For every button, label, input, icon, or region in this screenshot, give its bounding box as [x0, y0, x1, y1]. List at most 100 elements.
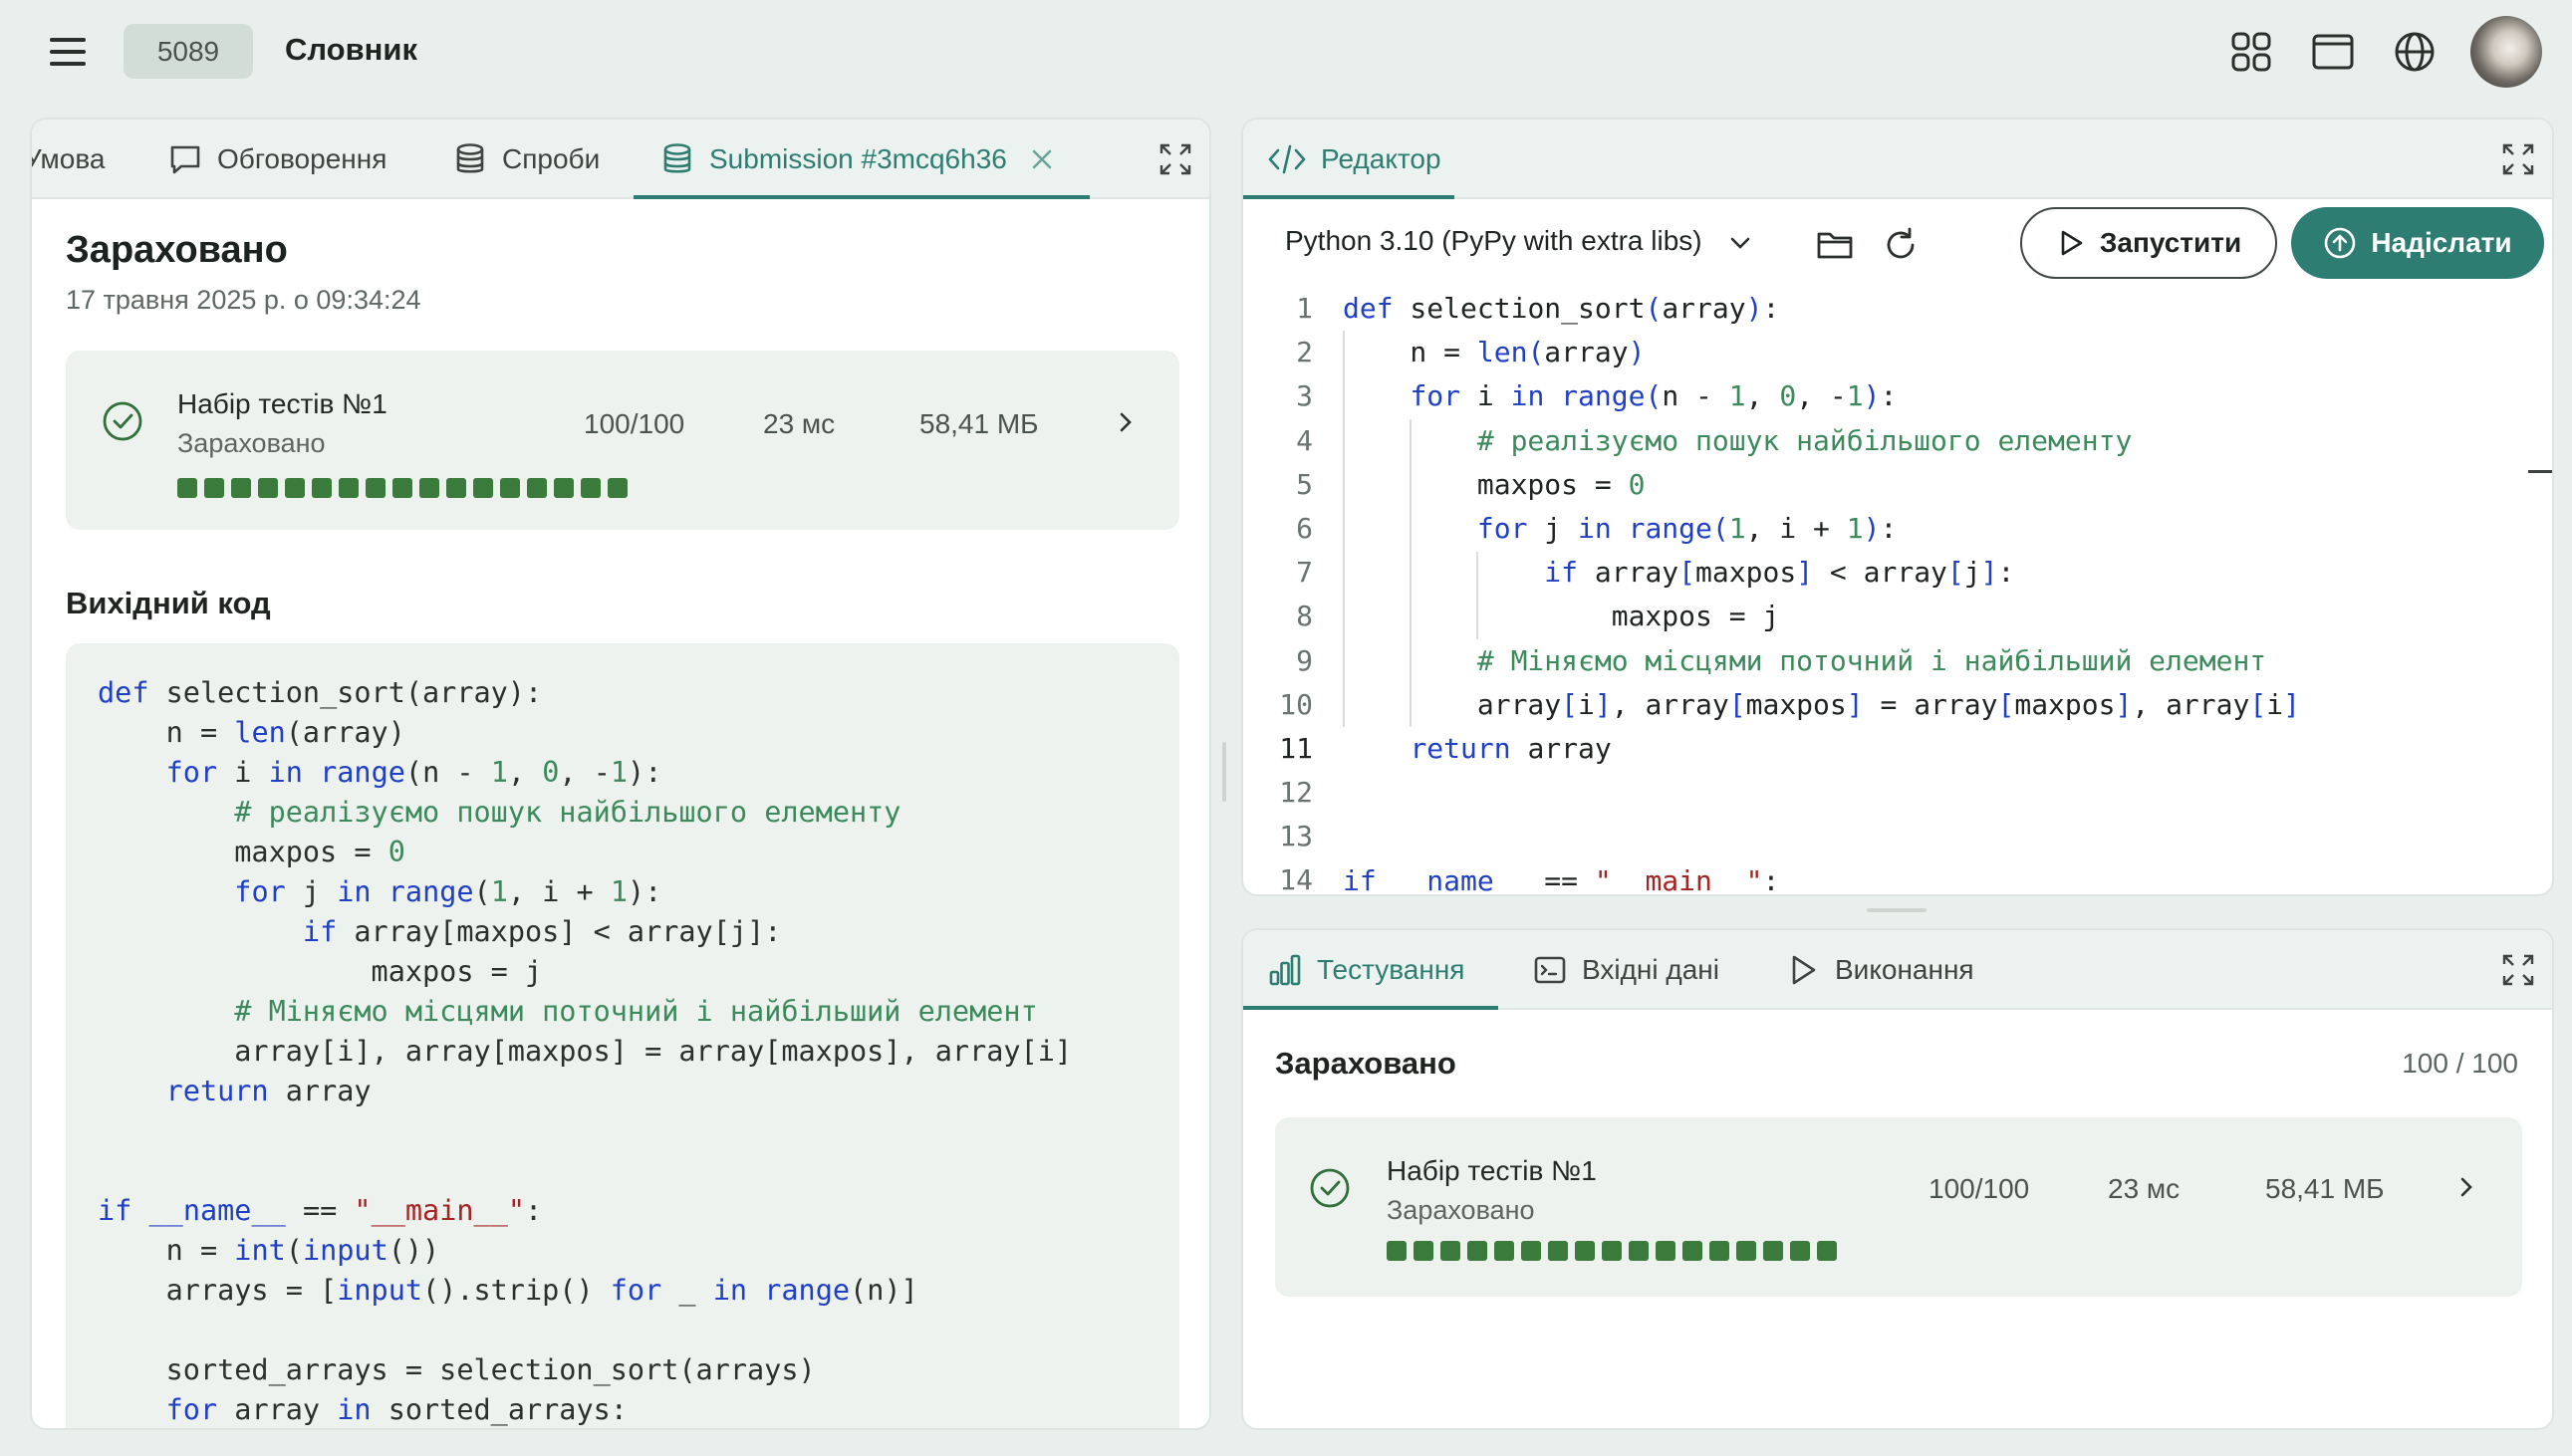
problem-title: Словник: [285, 32, 417, 67]
test-passed-square: [1602, 1241, 1622, 1261]
globe-icon[interactable]: [2391, 28, 2439, 76]
test-passed-square: [1521, 1241, 1541, 1261]
test-passed-square: [608, 478, 628, 498]
tab-input-data[interactable]: Вхідні дані: [1532, 930, 1719, 1010]
line-number: 13: [1279, 820, 1313, 853]
test-set-name: Набір тестів №1: [177, 388, 387, 419]
tab-statement[interactable]: Умова: [32, 120, 105, 199]
line-number: 6: [1296, 511, 1313, 545]
line-number: 4: [1296, 423, 1313, 457]
editor-tab-bar: Редактор: [1243, 120, 2552, 199]
test-set-time: 23 мс: [2108, 1173, 2181, 1204]
window-icon[interactable]: [2309, 28, 2357, 76]
test-passed-square: [1736, 1241, 1756, 1261]
test-set-name: Набір тестів №1: [1387, 1155, 1597, 1186]
expand-icon[interactable]: [2500, 952, 2536, 988]
left-tab-bar: Умова Обговорення Спроби Submission #3mc…: [32, 120, 1209, 199]
test-tab-bar: Тестування Вхідні дані Виконання: [1243, 930, 2552, 1010]
run-button[interactable]: Запустити: [2020, 207, 2277, 279]
terminal-icon: [1534, 956, 1566, 984]
chat-icon: [170, 145, 200, 174]
test-passed-square: [1440, 1241, 1460, 1261]
line-number: 8: [1296, 600, 1313, 633]
test-passed-square: [1548, 1241, 1568, 1261]
upload-circle-icon: [2325, 227, 2356, 259]
close-icon[interactable]: [1029, 146, 1055, 172]
test-set-card[interactable]: Набір тестів №1 Зараховано 100/100 23 мс…: [66, 351, 1179, 530]
check-circle-icon: [1310, 1168, 1350, 1208]
bar-chart-icon: [1269, 954, 1301, 986]
test-passed-square: [1467, 1241, 1487, 1261]
source-code-block: def selection_sort(array): n = len(array…: [66, 643, 1179, 1428]
test-passed-square: [554, 478, 574, 498]
line-number: 1: [1296, 292, 1313, 325]
code-editor-text[interactable]: def selection_sort(array): n = len(array…: [1343, 287, 2300, 894]
test-passed-square: [1817, 1241, 1837, 1261]
test-set-score: 100/100: [1929, 1173, 2030, 1204]
test-passed-square: [1763, 1241, 1783, 1261]
test-passed-square: [473, 478, 493, 498]
test-set-status: Зараховано: [177, 428, 326, 458]
expand-icon[interactable]: [1157, 141, 1193, 177]
vertical-resize-handle[interactable]: [1222, 742, 1226, 802]
tab-discussion[interactable]: Обговорення: [167, 120, 386, 199]
chevron-right-icon[interactable]: [2454, 1175, 2478, 1199]
test-passed-square: [1414, 1241, 1433, 1261]
tab-submission[interactable]: Submission #3mcq6h36: [659, 120, 1069, 199]
layout-grid-icon[interactable]: [2227, 28, 2275, 76]
testing-status: Зараховано: [1275, 1046, 1456, 1081]
test-passed-square: [1682, 1241, 1702, 1261]
line-number: 9: [1296, 643, 1313, 677]
active-tab-indicator: [634, 195, 1090, 199]
editor-panel: Редактор Python 3.10 (PyPy with extra li…: [1241, 118, 2554, 896]
testing-score: 100 / 100: [2402, 1048, 2518, 1079]
submission-date: 17 травня 2025 р. о 09:34:24: [66, 285, 421, 315]
test-set-card[interactable]: Набір тестів №1 Зараховано 100/100 23 мс…: [1275, 1117, 2522, 1297]
test-set-status: Зараховано: [1387, 1195, 1535, 1225]
testing-panel: Тестування Вхідні дані Виконання Зарахов…: [1241, 928, 2554, 1430]
folder-icon[interactable]: [1815, 225, 1855, 265]
test-set-memory: 58,41 МБ: [919, 408, 1039, 439]
language-select[interactable]: Python 3.10 (PyPy with extra libs): [1285, 225, 1753, 257]
expand-icon[interactable]: [2500, 141, 2536, 177]
source-code-title: Вихідний код: [66, 586, 271, 620]
test-passed-square: [392, 478, 412, 498]
test-passed-square: [1629, 1241, 1649, 1261]
test-passed-square: [581, 478, 601, 498]
test-passed-square: [1709, 1241, 1729, 1261]
test-set-time: 23 мс: [763, 408, 836, 439]
line-number: 5: [1296, 467, 1313, 501]
test-passed-square: [177, 478, 197, 498]
check-circle-icon: [103, 401, 142, 441]
line-number: 2: [1296, 336, 1313, 369]
code-icon: [1268, 144, 1306, 174]
tab-editor[interactable]: Редактор: [1267, 120, 1441, 199]
play-icon: [1792, 955, 1816, 985]
submit-button[interactable]: Надіслати: [2291, 207, 2544, 279]
tab-testing[interactable]: Тестування: [1267, 930, 1464, 1010]
tab-execution[interactable]: Виконання: [1785, 930, 1974, 1010]
line-number-gutter: 1 2 3 4 5 6 7 8 9 10 11 12 13 14: [1243, 287, 1313, 894]
test-results-squares: [1387, 1241, 1837, 1261]
test-set-score: 100/100: [584, 408, 685, 439]
line-number: 3: [1296, 379, 1313, 413]
line-number: 7: [1296, 556, 1313, 590]
test-passed-square: [1790, 1241, 1810, 1261]
test-passed-square: [258, 478, 278, 498]
hamburger-menu-icon[interactable]: [46, 34, 90, 70]
horizontal-resize-handle[interactable]: [1867, 908, 1927, 912]
test-passed-square: [527, 478, 547, 498]
tab-attempts[interactable]: Спроби: [452, 120, 600, 199]
test-passed-square: [446, 478, 466, 498]
user-avatar[interactable]: [2470, 16, 2542, 88]
scrollbar-marker[interactable]: [2528, 470, 2552, 473]
reset-icon[interactable]: [1881, 225, 1921, 265]
test-passed-square: [312, 478, 332, 498]
submission-status: Зараховано: [66, 229, 288, 271]
line-number: 12: [1279, 776, 1313, 810]
test-passed-square: [366, 478, 386, 498]
play-icon: [2061, 230, 2083, 256]
test-passed-square: [1575, 1241, 1595, 1261]
chevron-right-icon[interactable]: [1114, 410, 1138, 434]
test-passed-square: [1656, 1241, 1675, 1261]
